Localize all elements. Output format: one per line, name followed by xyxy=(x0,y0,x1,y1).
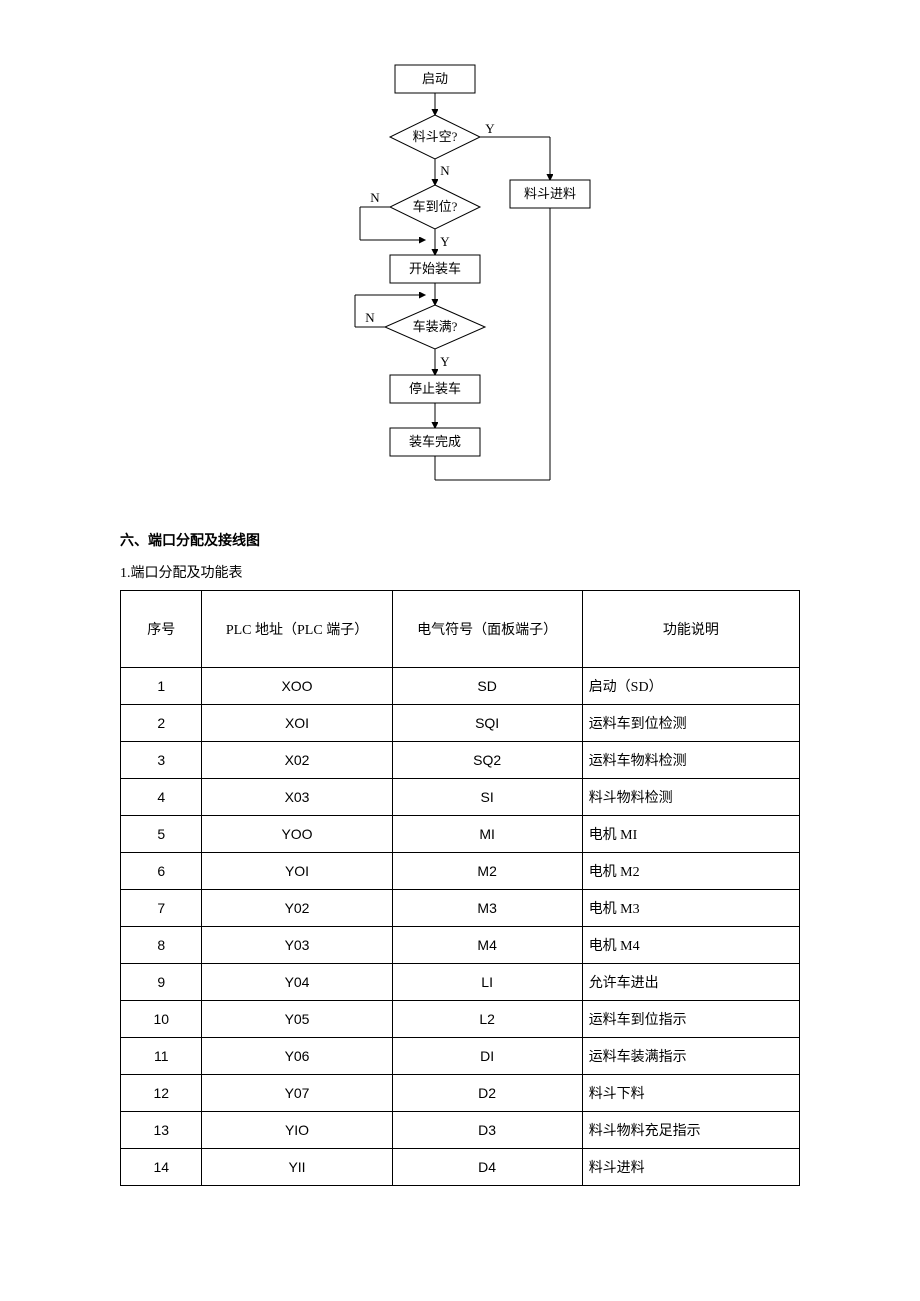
th-elec: 电气符号（面板端子） xyxy=(392,591,582,668)
cell-elec: LI xyxy=(392,964,582,1001)
cell-seq: 5 xyxy=(121,816,202,853)
cell-elec: D3 xyxy=(392,1112,582,1149)
cell-plc: Y02 xyxy=(202,890,392,927)
cell-desc: 料斗下料 xyxy=(582,1075,799,1112)
flow-d3-n: N xyxy=(365,310,375,325)
cell-seq: 3 xyxy=(121,742,202,779)
cell-elec: D2 xyxy=(392,1075,582,1112)
table-row: 11Y06DI运料车装满指示 xyxy=(121,1038,800,1075)
cell-desc: 允许车进出 xyxy=(582,964,799,1001)
table-row: 14YIID4料斗进料 xyxy=(121,1149,800,1186)
cell-plc: YOI xyxy=(202,853,392,890)
cell-elec: D4 xyxy=(392,1149,582,1186)
flow-d3: 车装满? xyxy=(413,319,458,334)
cell-seq: 10 xyxy=(121,1001,202,1038)
table-row: 8Y03M4电机 M4 xyxy=(121,927,800,964)
cell-desc: 运料车到位指示 xyxy=(582,1001,799,1038)
cell-desc: 料斗物料检测 xyxy=(582,779,799,816)
table-row: 12Y07D2料斗下料 xyxy=(121,1075,800,1112)
cell-seq: 2 xyxy=(121,705,202,742)
flowchart: 启动 料斗空? Y N 料斗进料 车到位? N Y 开始装车 车装满? N Y … xyxy=(280,60,640,490)
table-row: 3X02SQ2运料车物料检测 xyxy=(121,742,800,779)
cell-elec: SQI xyxy=(392,705,582,742)
th-seq: 序号 xyxy=(121,591,202,668)
table-row: 2XOISQI运料车到位检测 xyxy=(121,705,800,742)
cell-elec: DI xyxy=(392,1038,582,1075)
cell-elec: SQ2 xyxy=(392,742,582,779)
cell-elec: MI xyxy=(392,816,582,853)
table-row: 6YOIM2电机 M2 xyxy=(121,853,800,890)
cell-elec: SD xyxy=(392,668,582,705)
cell-plc: YIO xyxy=(202,1112,392,1149)
cell-desc: 电机 M3 xyxy=(582,890,799,927)
cell-seq: 4 xyxy=(121,779,202,816)
table-row: 5YOOMI电机 MI xyxy=(121,816,800,853)
subsection-label: 1.端口分配及功能表 xyxy=(120,562,800,582)
cell-plc: Y04 xyxy=(202,964,392,1001)
flow-feed: 料斗进料 xyxy=(524,186,576,201)
cell-seq: 11 xyxy=(121,1038,202,1075)
cell-desc: 启动（SD） xyxy=(582,668,799,705)
table-row: 4X03SI料斗物料检测 xyxy=(121,779,800,816)
cell-seq: 13 xyxy=(121,1112,202,1149)
th-plc: PLC 地址（PLC 端子） xyxy=(202,591,392,668)
flow-start: 启动 xyxy=(422,71,448,86)
cell-desc: 运料车物料检测 xyxy=(582,742,799,779)
cell-plc: X02 xyxy=(202,742,392,779)
cell-plc: Y07 xyxy=(202,1075,392,1112)
cell-elec: L2 xyxy=(392,1001,582,1038)
cell-plc: XOI xyxy=(202,705,392,742)
cell-desc: 电机 M2 xyxy=(582,853,799,890)
table-header-row: 序号 PLC 地址（PLC 端子） 电气符号（面板端子） 功能说明 xyxy=(121,591,800,668)
flow-d1: 料斗空? xyxy=(413,129,458,144)
table-row: 7Y02M3电机 M3 xyxy=(121,890,800,927)
cell-plc: X03 xyxy=(202,779,392,816)
cell-seq: 1 xyxy=(121,668,202,705)
table-row: 13YIOD3料斗物料充足指示 xyxy=(121,1112,800,1149)
cell-desc: 运料车装满指示 xyxy=(582,1038,799,1075)
cell-elec: SI xyxy=(392,779,582,816)
cell-seq: 6 xyxy=(121,853,202,890)
cell-plc: YOO xyxy=(202,816,392,853)
flow-stop: 停止装车 xyxy=(409,381,461,396)
cell-seq: 9 xyxy=(121,964,202,1001)
flow-d1-y: Y xyxy=(485,121,495,136)
table-row: 1XOOSD启动（SD） xyxy=(121,668,800,705)
flow-load: 开始装车 xyxy=(409,261,461,276)
cell-desc: 运料车到位检测 xyxy=(582,705,799,742)
flow-d2: 车到位? xyxy=(413,199,458,214)
cell-plc: Y03 xyxy=(202,927,392,964)
section-heading: 六、端口分配及接线图 xyxy=(120,530,800,550)
cell-elec: M2 xyxy=(392,853,582,890)
flow-d1-n: N xyxy=(440,163,450,178)
cell-plc: Y05 xyxy=(202,1001,392,1038)
cell-elec: M4 xyxy=(392,927,582,964)
cell-seq: 12 xyxy=(121,1075,202,1112)
cell-elec: M3 xyxy=(392,890,582,927)
flow-d3-y: Y xyxy=(440,354,450,369)
cell-desc: 电机 M4 xyxy=(582,927,799,964)
flow-d2-y: Y xyxy=(440,234,450,249)
table-row: 9Y04LI允许车进出 xyxy=(121,964,800,1001)
cell-seq: 7 xyxy=(121,890,202,927)
cell-desc: 电机 MI xyxy=(582,816,799,853)
cell-plc: Y06 xyxy=(202,1038,392,1075)
cell-seq: 8 xyxy=(121,927,202,964)
table-row: 10Y05L2运料车到位指示 xyxy=(121,1001,800,1038)
th-desc: 功能说明 xyxy=(582,591,799,668)
cell-desc: 料斗物料充足指示 xyxy=(582,1112,799,1149)
flow-done: 装车完成 xyxy=(409,434,461,449)
port-table: 序号 PLC 地址（PLC 端子） 电气符号（面板端子） 功能说明 1XOOSD… xyxy=(120,590,800,1186)
cell-desc: 料斗进料 xyxy=(582,1149,799,1186)
cell-plc: XOO xyxy=(202,668,392,705)
flow-d2-n: N xyxy=(370,190,380,205)
cell-plc: YII xyxy=(202,1149,392,1186)
cell-seq: 14 xyxy=(121,1149,202,1186)
